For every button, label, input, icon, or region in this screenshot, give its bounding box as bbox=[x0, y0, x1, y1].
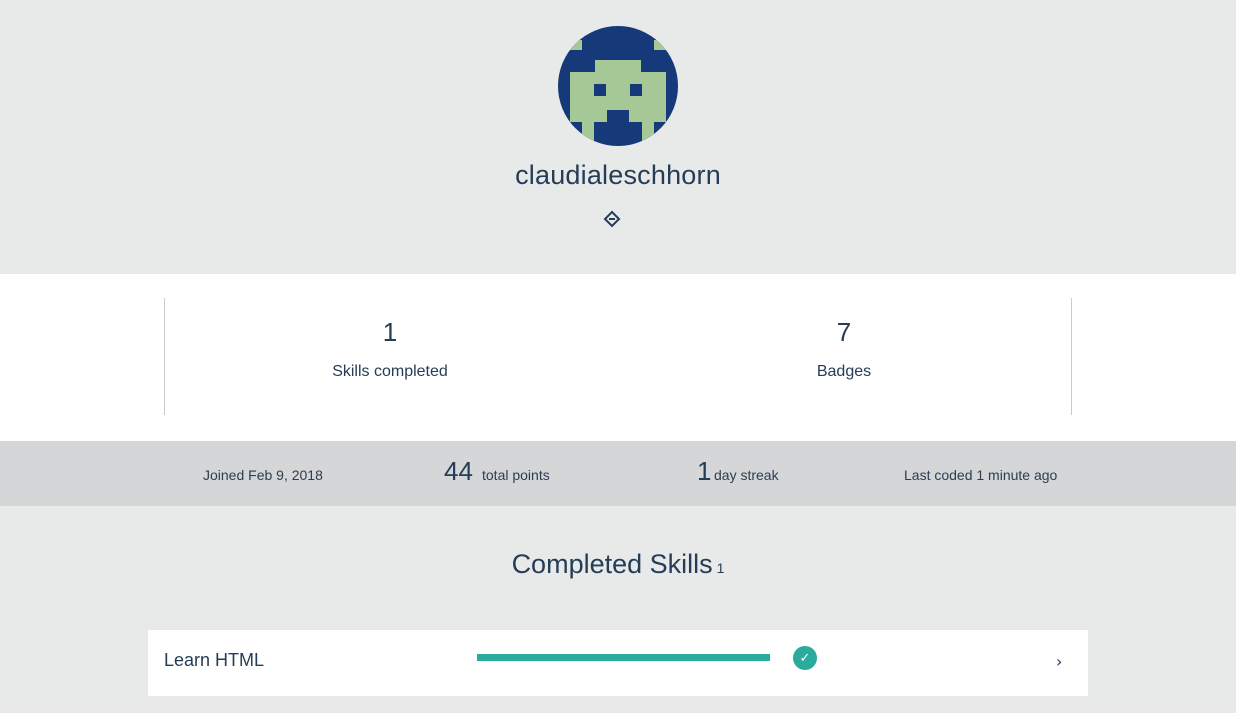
username: claudialeschhorn bbox=[515, 160, 721, 190]
joined-date: Joined Feb 9, 2018 bbox=[203, 467, 323, 483]
total-points-label: total points bbox=[482, 467, 550, 483]
skill-progress-fill bbox=[477, 654, 770, 661]
badges-count: 7 bbox=[836, 317, 852, 347]
pixel-alien-avatar-icon bbox=[570, 40, 666, 142]
skill-name: Learn HTML bbox=[164, 650, 265, 670]
skills-completed-label: Skills completed bbox=[332, 363, 448, 380]
skill-progress-bar bbox=[477, 654, 770, 661]
total-points-value: 44 bbox=[444, 456, 473, 486]
badges-label: Badges bbox=[816, 363, 872, 380]
share-link-icon[interactable] bbox=[602, 209, 622, 229]
skills-completed-count: 1 bbox=[382, 317, 398, 347]
chevron-right-icon[interactable]: › bbox=[1056, 652, 1062, 671]
checkmark-icon: ✓ bbox=[793, 646, 817, 670]
stats-divider-left bbox=[164, 298, 165, 415]
completed-skills-heading: Completed Skills 1 bbox=[0, 549, 1236, 580]
last-coded: Last coded 1 minute ago bbox=[904, 467, 1058, 483]
completed-skills-count: 1 bbox=[716, 560, 725, 576]
stats-panel: 1 Skills completed 7 Badges bbox=[0, 274, 1236, 441]
profile-info-bar: Joined Feb 9, 2018 44 total points 1 day… bbox=[0, 441, 1236, 506]
streak-value: 1 bbox=[697, 456, 712, 486]
completed-skills-title: Completed Skills bbox=[511, 549, 713, 579]
skill-card-learn-html[interactable]: Learn HTML ✓ › bbox=[148, 630, 1088, 696]
streak-label: day streak bbox=[714, 467, 779, 483]
stats-divider-right bbox=[1071, 298, 1072, 415]
profile-header: claudialeschhorn bbox=[0, 0, 1236, 274]
avatar[interactable] bbox=[558, 26, 678, 146]
